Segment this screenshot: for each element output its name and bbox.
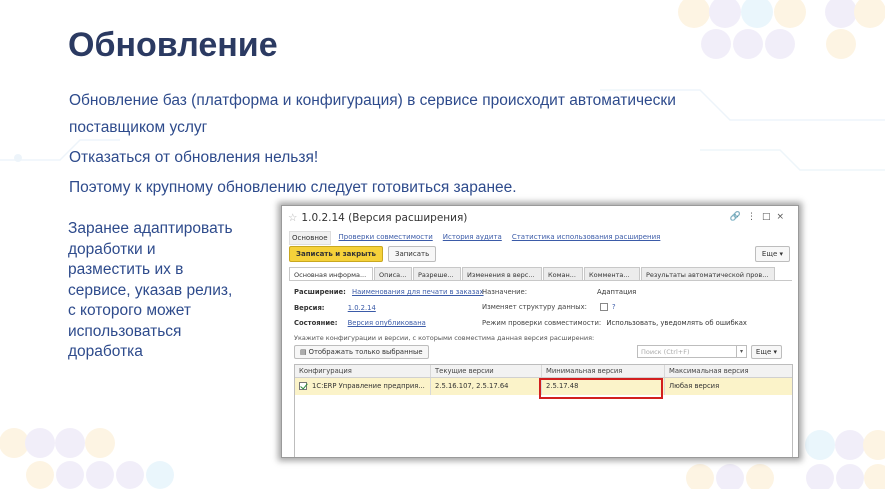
more-button-label: Еще [761,250,778,258]
tab-description[interactable]: Описа... [374,267,412,280]
grid-more-button[interactable]: Еще ▾ [750,345,782,359]
column-header-min-version[interactable]: Минимальная версия [542,365,665,377]
paragraph-line-3: Отказаться от обновления нельзя! [69,149,319,166]
side-line: разместить их в [68,261,184,278]
min-version-highlight [539,378,663,399]
window-controls: 🔗⋮□× [730,212,790,222]
window-title: 1.0.2.14 (Версия расширения) [301,212,468,224]
favorite-star-icon[interactable]: ☆ [288,212,297,224]
tab-commands[interactable]: Коман... [543,267,583,280]
extension-label: Расширение: [294,288,346,296]
side-line: сервисе, указав релиз, [68,281,233,299]
version-label: Версия: [294,304,325,312]
state-label: Состояние: [294,319,338,327]
more-button[interactable]: Еще ▾ [754,246,790,262]
column-header-configuration[interactable]: Конфигурация [295,365,431,377]
column-header-max-version[interactable]: Максимальная версия [665,365,792,377]
show-selected-only-label: Отображать только выбранные [308,348,423,356]
maximize-icon[interactable]: □ [762,212,777,222]
column-header-current-versions[interactable]: Текущие версии [431,365,542,377]
tab-main-info[interactable]: Основная информа... [289,267,373,280]
cell-max-version[interactable]: Любая версия [665,378,792,395]
side-text: Заранее адаптировать доработки и размест… [68,219,258,363]
extension-version-window: ☆ 1.0.2.14 (Версия расширения) 🔗⋮□× Основ… [281,205,799,458]
nav-tab-main[interactable]: Основное [289,231,331,245]
cell-configuration: 1С:ERP Управление предприя... [295,378,431,395]
paragraph-line-2: поставщиком услуг [69,119,208,136]
more-menu-icon[interactable]: ⋮ [747,212,762,222]
side-line: использоваться [68,322,182,340]
tab-comments[interactable]: Коммента... [584,267,640,280]
table-header: Конфигурация Текущие версии Минимальная … [295,365,792,378]
form-tabs: Основная информа... Описа... Разреше... … [289,267,792,281]
compat-mode-label: Режим проверки совместимости: [482,319,602,327]
cell-current-versions: 2.5.16.107, 2.5.17.64 [431,378,542,395]
configs-hint: Укажите конфигурации и версии, с которым… [294,334,595,342]
grid-more-label: Еще [755,348,772,356]
row-checkbox[interactable] [299,382,307,390]
nav-tab-usage-stats[interactable]: Статистика использования расширения [510,231,663,245]
paragraph-line-1: Обновление баз (платформа и конфигурация… [69,92,676,109]
purpose-value: Адаптация [597,288,637,296]
side-line: с которого может [68,302,191,319]
tab-version-changes[interactable]: Изменения в верс... [462,267,542,280]
configuration-name: 1С:ERP Управление предприя... [312,382,425,390]
save-and-close-button[interactable]: Записать и закрыть [289,246,383,262]
window-title-bar: ☆ 1.0.2.14 (Версия расширения) [288,212,467,224]
close-icon[interactable]: × [776,212,790,222]
link-icon[interactable]: 🔗 [730,212,747,222]
tab-auto-check-results[interactable]: Результаты автоматической пров... [641,267,775,280]
state-value-link[interactable]: Версия опубликована [348,319,426,327]
help-icon[interactable]: ? [612,303,616,311]
window-toolbar: Записать и закрыть Записать [289,246,437,262]
side-line: Заранее адаптировать [68,220,233,237]
purpose-label: Назначение: [482,288,528,296]
changes-structure-checkbox[interactable] [600,303,608,311]
show-selected-only-button[interactable]: ▤ Отображать только выбранные [294,345,429,359]
extension-value-link[interactable]: Наименования для печати в заказах [352,288,484,296]
nav-tab-compat-checks[interactable]: Проверки совместимости [337,231,435,245]
window-nav-tabs: Основное Проверки совместимости История … [289,231,662,245]
paragraph-line-4: Поэтому к крупному обновлению следует го… [69,179,517,196]
version-value-link[interactable]: 1.0.2.14 [348,304,376,312]
side-line: доработки и [68,240,156,258]
nav-tab-audit-history[interactable]: История аудита [441,231,504,245]
changes-structure-label: Изменяет структуру данных: [482,303,587,311]
save-button[interactable]: Записать [387,246,437,262]
tab-permissions[interactable]: Разреше... [413,267,461,280]
compat-mode-value[interactable]: Использовать, уведомлять об ошибках [606,319,747,327]
side-line: доработка [68,343,143,360]
search-input[interactable]: Поиск (Ctrl+F) [637,345,747,358]
search-dropdown-icon[interactable]: ▾ [736,345,747,358]
slide-title: Обновление [68,26,278,64]
